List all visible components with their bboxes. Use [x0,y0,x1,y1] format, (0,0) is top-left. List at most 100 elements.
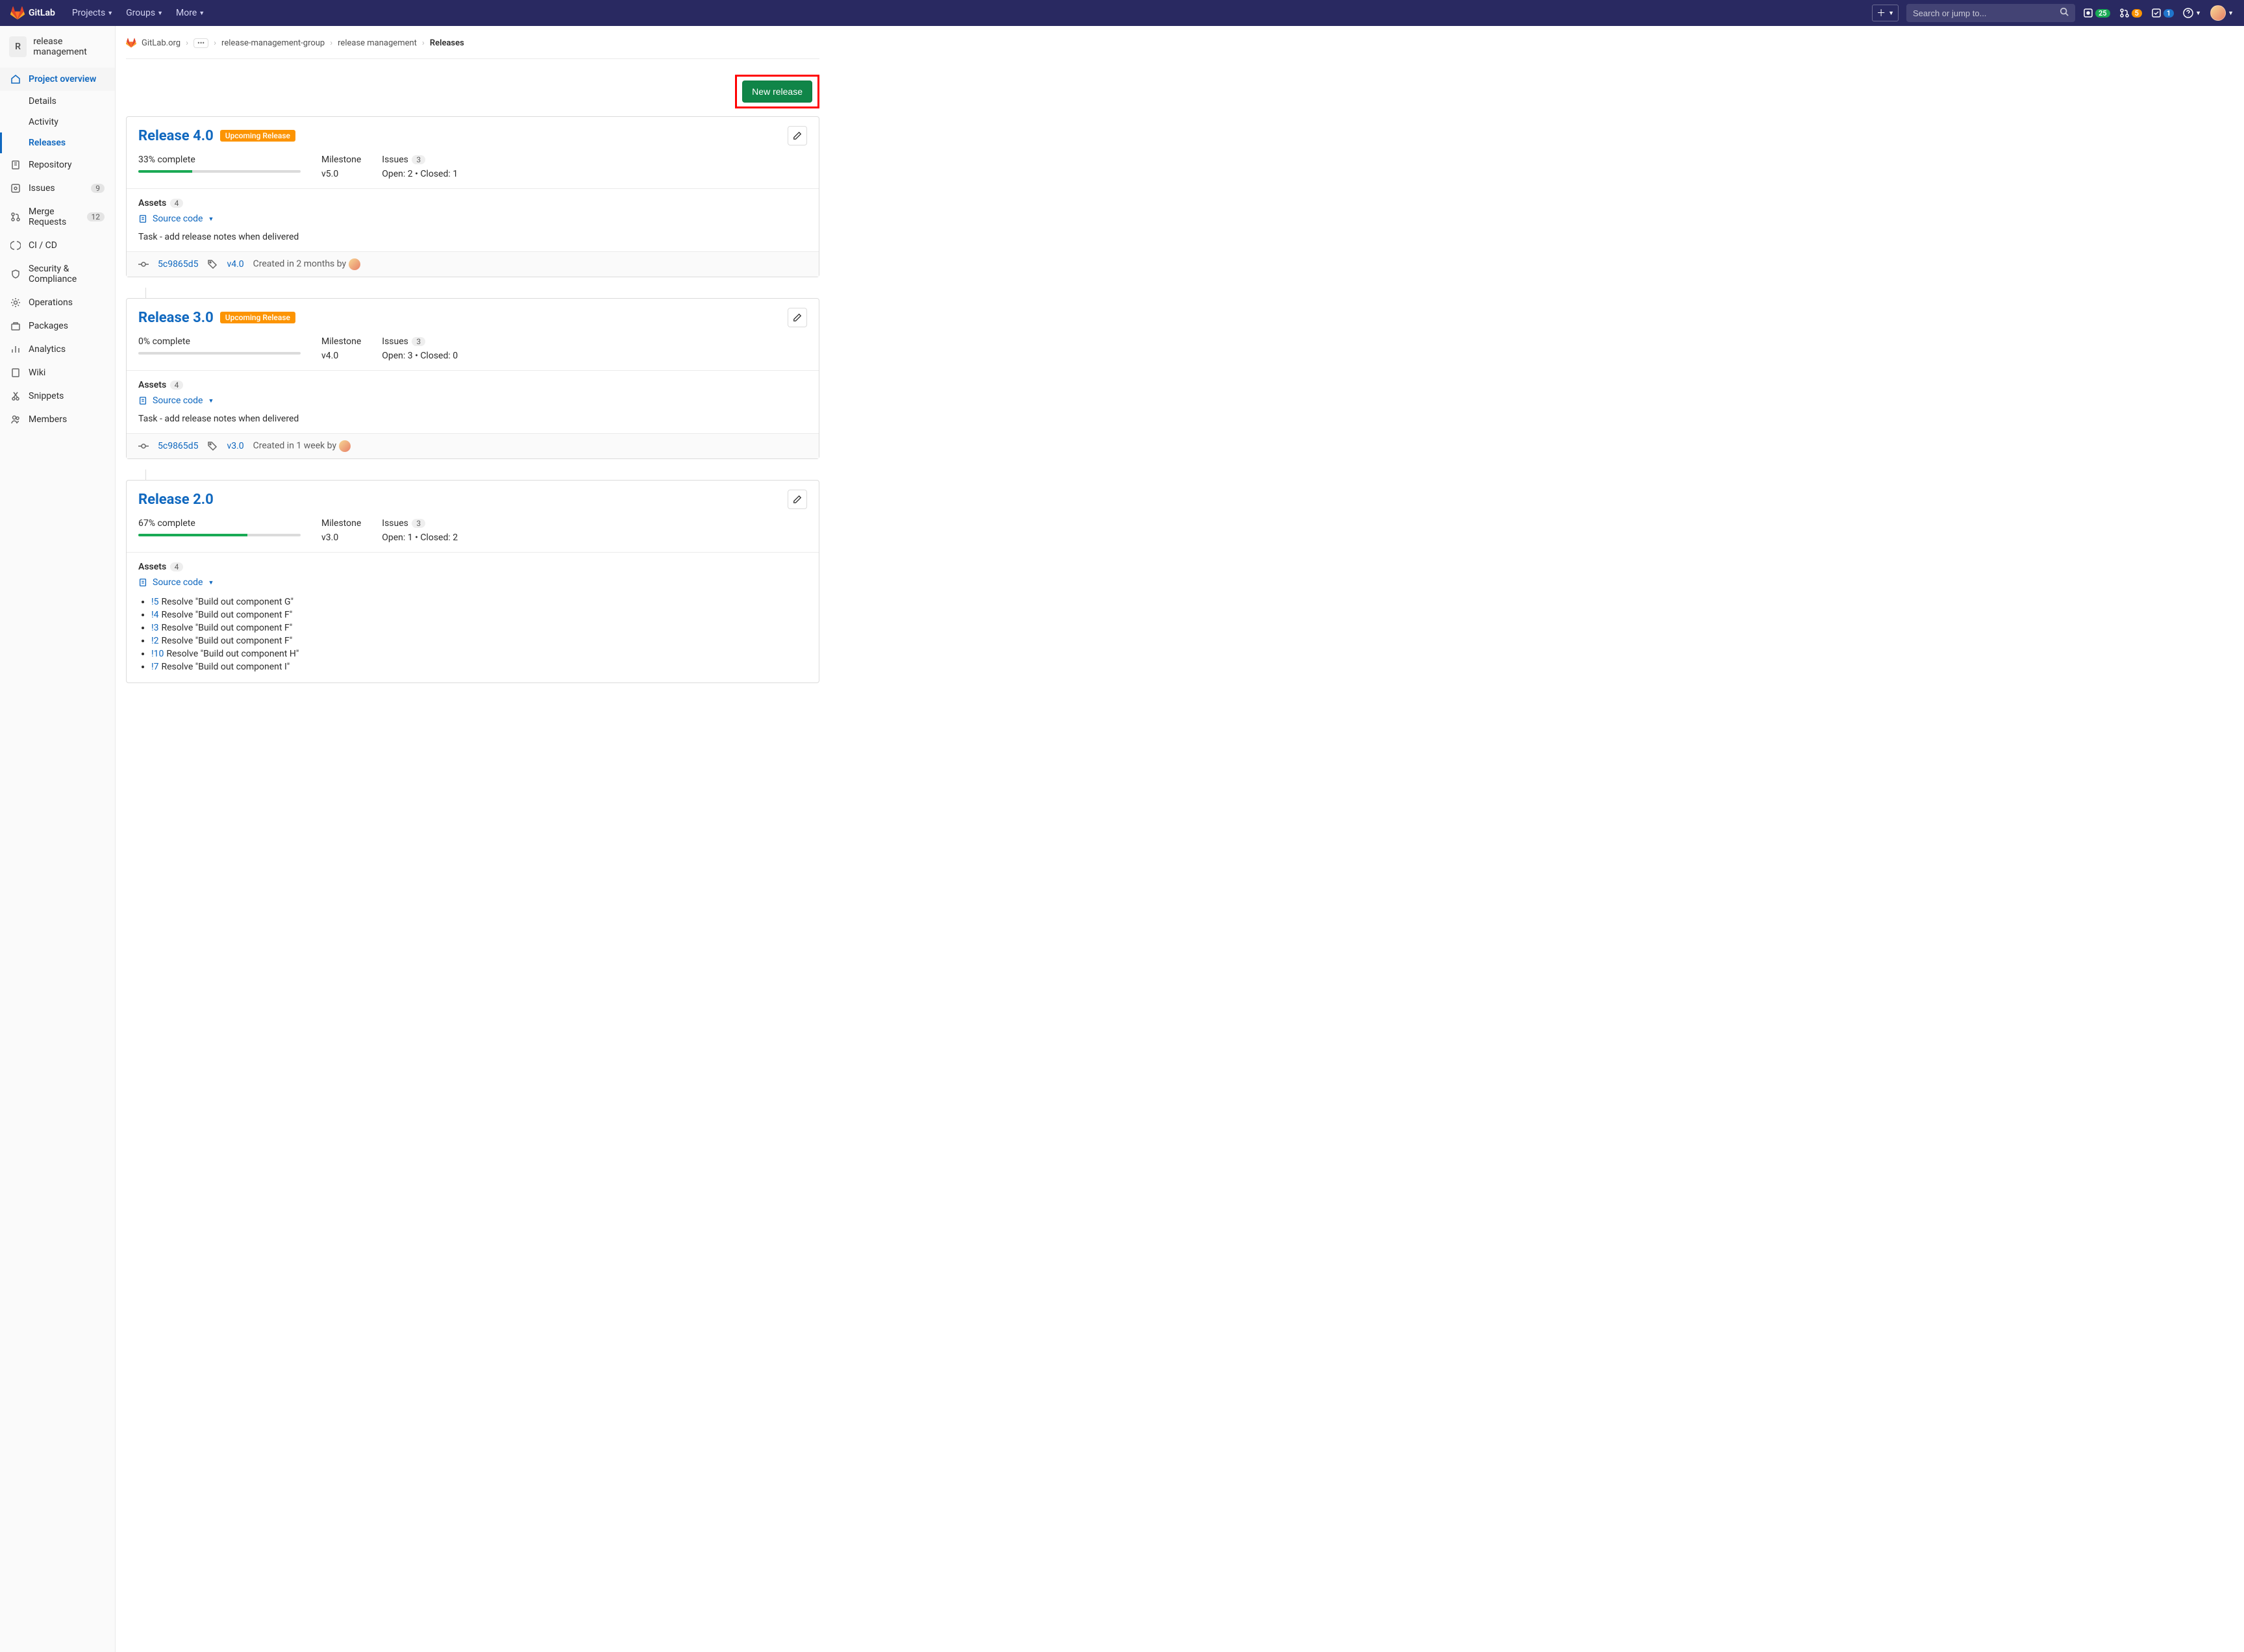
gitlab-icon [10,6,25,20]
sidebar-item[interactable]: Issues9 [0,177,115,200]
source-code-dropdown[interactable]: Source code▼ [138,577,807,588]
sidebar-item[interactable]: Analytics [0,338,115,361]
release-title[interactable]: Release 4.0 [138,128,214,144]
sidebar-item[interactable]: Wiki [0,361,115,384]
sidebar-project-header[interactable]: R release management [0,30,115,64]
sidebar-item-label: CI / CD [29,240,57,251]
merge-request-link[interactable]: !10 [151,649,164,659]
sidebar-sub-releases[interactable]: Releases [29,132,115,153]
sidebar-item[interactable]: CI / CD [0,234,115,257]
annotation-highlight: New release [735,75,819,108]
document-icon [138,578,147,587]
sidebar-item-label: Operations [29,297,73,308]
release-body: Assets 4Source code▼Task - add release n… [127,189,819,251]
issues-column: Issues 3Open: 3 • Closed: 0 [382,336,458,361]
source-code-dropdown[interactable]: Source code▼ [138,214,807,224]
sidebar-item[interactable]: Merge Requests12 [0,200,115,234]
release-stats: 67% completeMilestonev3.0Issues 3Open: 1… [127,516,819,553]
sidebar-item[interactable]: Members [0,408,115,431]
sidebar-item[interactable]: Packages [0,314,115,338]
release-header: Release 2.0 [127,481,819,516]
release-card: Release 2.067% completeMilestonev3.0Issu… [126,480,819,683]
release-title[interactable]: Release 3.0 [138,310,214,326]
search-icon [2060,7,2069,19]
chevron-right-icon: › [186,38,188,48]
action-bar: New release [126,59,819,116]
source-code-dropdown[interactable]: Source code▼ [138,395,807,406]
merge-request-link[interactable]: !5 [151,597,158,607]
progress-label: 0% complete [138,336,301,347]
search-input[interactable] [1913,8,2060,18]
sidebar-icon [10,160,21,170]
sidebar-item[interactable]: Repository [0,153,115,177]
sidebar-item-label: Packages [29,321,68,331]
new-release-button[interactable]: New release [742,81,812,103]
milestone-heading: Milestone [321,518,361,529]
search-box[interactable] [1906,4,2075,22]
issues-icon [2083,8,2093,18]
release-connector [145,288,155,298]
release-created: Created in 1 week by [253,440,351,452]
sidebar-item[interactable]: Security & Compliance [0,257,115,291]
todos-shortcut[interactable]: 1 [2151,8,2174,18]
issues-detail: Open: 3 • Closed: 0 [382,351,458,361]
source-code-label: Source code [153,577,203,588]
sidebar-icon [10,183,21,194]
milestone-heading: Milestone [321,336,361,347]
milestone-link[interactable]: v3.0 [321,532,361,543]
sidebar-sub-details[interactable]: Details [29,91,115,112]
todos-icon [2151,8,2162,18]
breadcrumb-group[interactable]: release-management-group [221,38,325,48]
source-code-label: Source code [153,214,203,224]
edit-release-button[interactable] [788,308,807,327]
release-tag[interactable]: v4.0 [227,259,243,269]
issues-count-badge: 3 [412,519,425,528]
help-menu[interactable]: ▼ [2183,8,2201,18]
sidebar-item-overview[interactable]: Project overview [0,68,115,91]
commit-sha[interactable]: 5c9865d5 [158,441,198,451]
assets-heading: Assets 4 [138,198,807,208]
chevron-right-icon: › [422,38,425,48]
issues-detail: Open: 1 • Closed: 2 [382,532,458,543]
nav-projects[interactable]: Projects▼ [67,8,118,18]
user-menu[interactable]: ▼ [2210,5,2234,21]
sidebar-item[interactable]: Operations [0,291,115,314]
new-menu[interactable]: ＋ ▼ [1872,5,1899,21]
sidebar-item[interactable]: Snippets [0,384,115,408]
commit-icon [138,259,149,269]
breadcrumb-page: Releases [430,38,464,48]
milestone-link[interactable]: v5.0 [321,169,361,179]
edit-release-button[interactable] [788,490,807,509]
progress-bar [138,534,301,536]
milestone-column: Milestone v4.0 [321,336,361,361]
merge-requests-shortcut[interactable]: 5 [2119,8,2142,18]
sidebar-item-label: Project overview [29,74,96,84]
mr-count-badge: 5 [2132,9,2142,18]
release-header: Release 3.0Upcoming Release [127,299,819,334]
user-avatar [2210,5,2226,21]
gitlab-logo[interactable]: GitLab [10,6,55,20]
sidebar-sub-activity[interactable]: Activity [29,112,115,132]
nav-more[interactable]: More▼ [171,8,210,18]
release-header: Release 4.0Upcoming Release [127,117,819,152]
sidebar-item-label: Wiki [29,368,45,378]
breadcrumb-project[interactable]: release management [338,38,417,48]
nav-items: Projects▼ Groups▼ More▼ [67,8,210,18]
merge-request-link[interactable]: !7 [151,662,158,672]
commit-sha[interactable]: 5c9865d5 [158,259,198,269]
breadcrumb-root[interactable]: GitLab.org [142,38,181,48]
merge-request-link[interactable]: !4 [151,610,158,620]
breadcrumb: GitLab.org › ••• › release-management-gr… [126,34,819,59]
issues-shortcut[interactable]: 25 [2083,8,2110,18]
nav-groups[interactable]: Groups▼ [121,8,168,18]
sidebar-icon [10,414,21,425]
merge-request-link[interactable]: !3 [151,623,158,633]
breadcrumb-more[interactable]: ••• [193,38,208,48]
release-created: Created in 2 months by [253,258,360,270]
merge-request-link[interactable]: !2 [151,636,158,646]
release-tag[interactable]: v3.0 [227,441,243,451]
issues-count-badge: 3 [412,337,425,346]
release-title[interactable]: Release 2.0 [138,492,214,508]
milestone-link[interactable]: v4.0 [321,351,361,361]
edit-release-button[interactable] [788,126,807,145]
